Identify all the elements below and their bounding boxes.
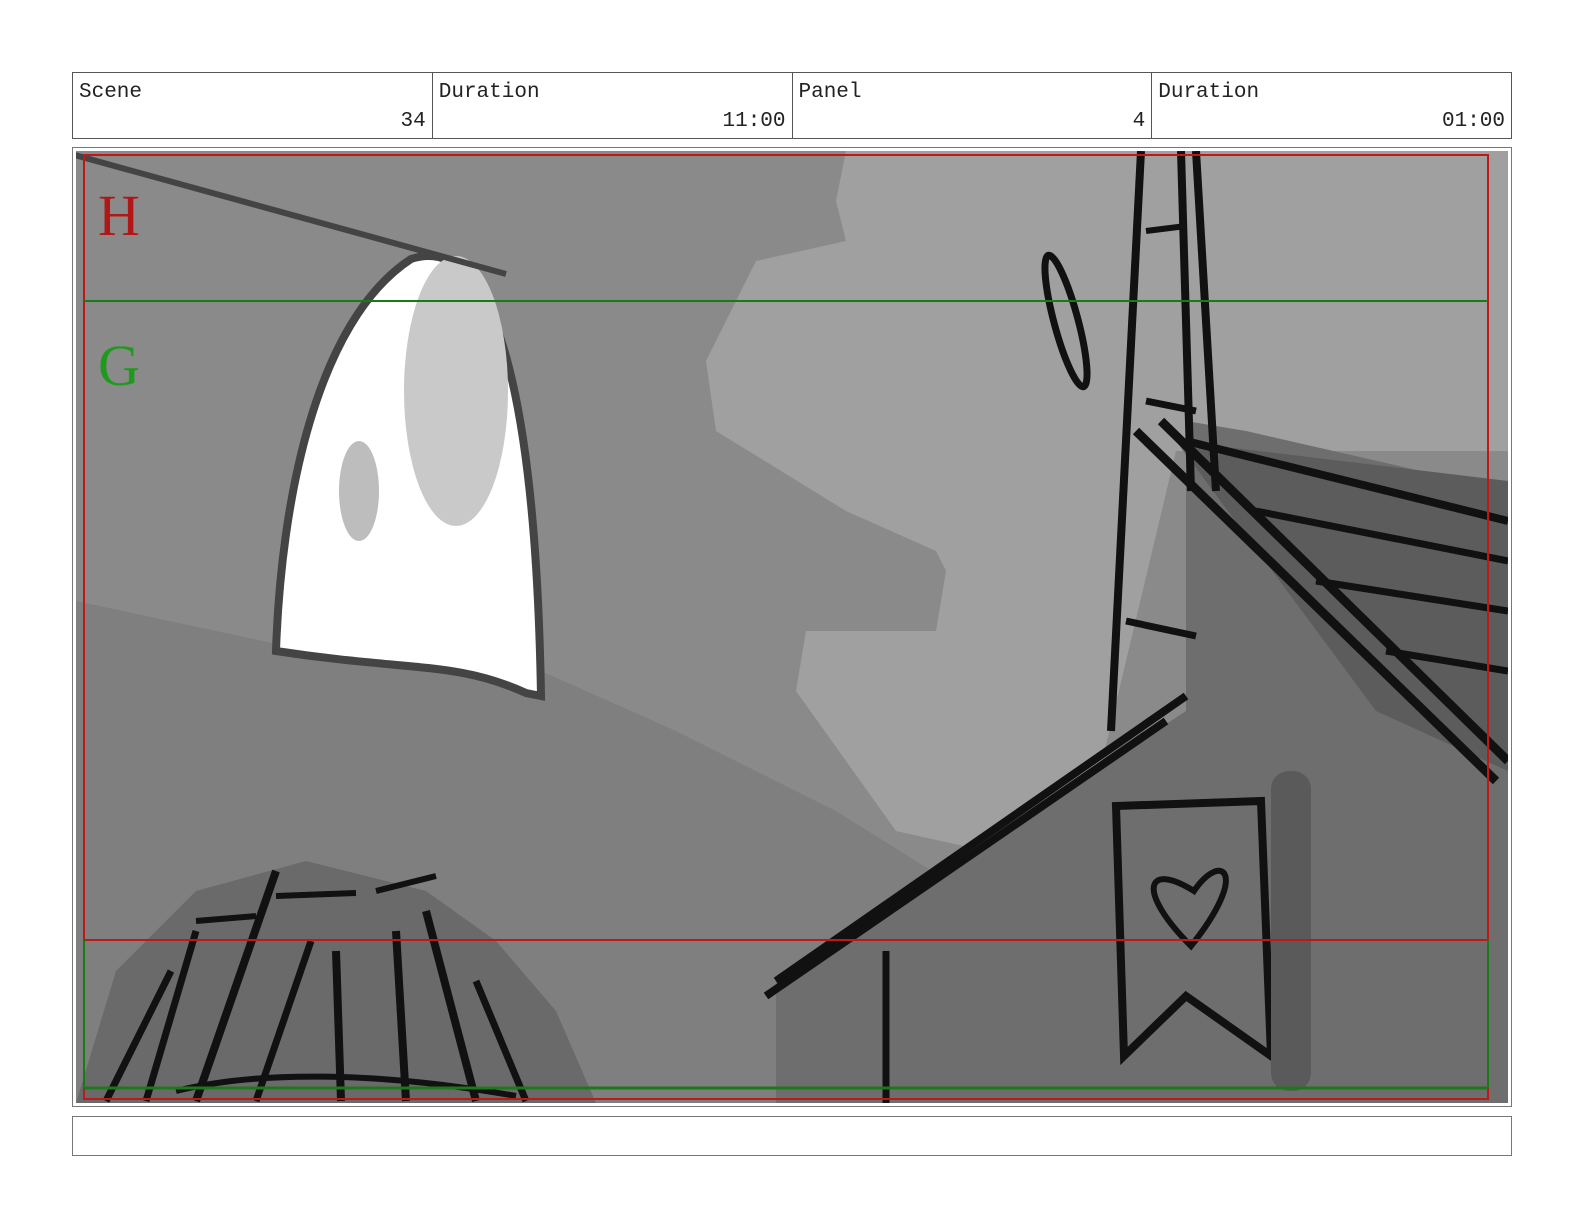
scene-duration-label: Duration bbox=[438, 81, 540, 104]
panel-cell: Panel 4 bbox=[793, 73, 1153, 138]
panel-duration-label: Duration bbox=[1158, 81, 1260, 104]
scene-value: 34 bbox=[400, 110, 426, 133]
panel-notes-box[interactable] bbox=[72, 1116, 1512, 1156]
scene-duration-cell: Duration 11:00 bbox=[433, 73, 793, 138]
panel-value: 4 bbox=[1132, 110, 1146, 133]
safe-label-top: H bbox=[98, 183, 140, 248]
scene-duration-value: 11:00 bbox=[722, 110, 786, 133]
scene-label: Scene bbox=[79, 81, 143, 104]
panel-sketch: H G bbox=[76, 151, 1508, 1103]
scene-cell: Scene 34 bbox=[73, 73, 433, 138]
panel-header-table: Scene 34 Duration 11:00 Panel 4 Duration… bbox=[72, 72, 1512, 139]
safe-label-bottom: G bbox=[98, 333, 140, 398]
panel-duration-cell: Duration 01:00 bbox=[1152, 73, 1511, 138]
storyboard-panel: H G bbox=[72, 147, 1512, 1107]
panel-duration-value: 01:00 bbox=[1441, 110, 1505, 133]
panel-label: Panel bbox=[798, 81, 862, 104]
